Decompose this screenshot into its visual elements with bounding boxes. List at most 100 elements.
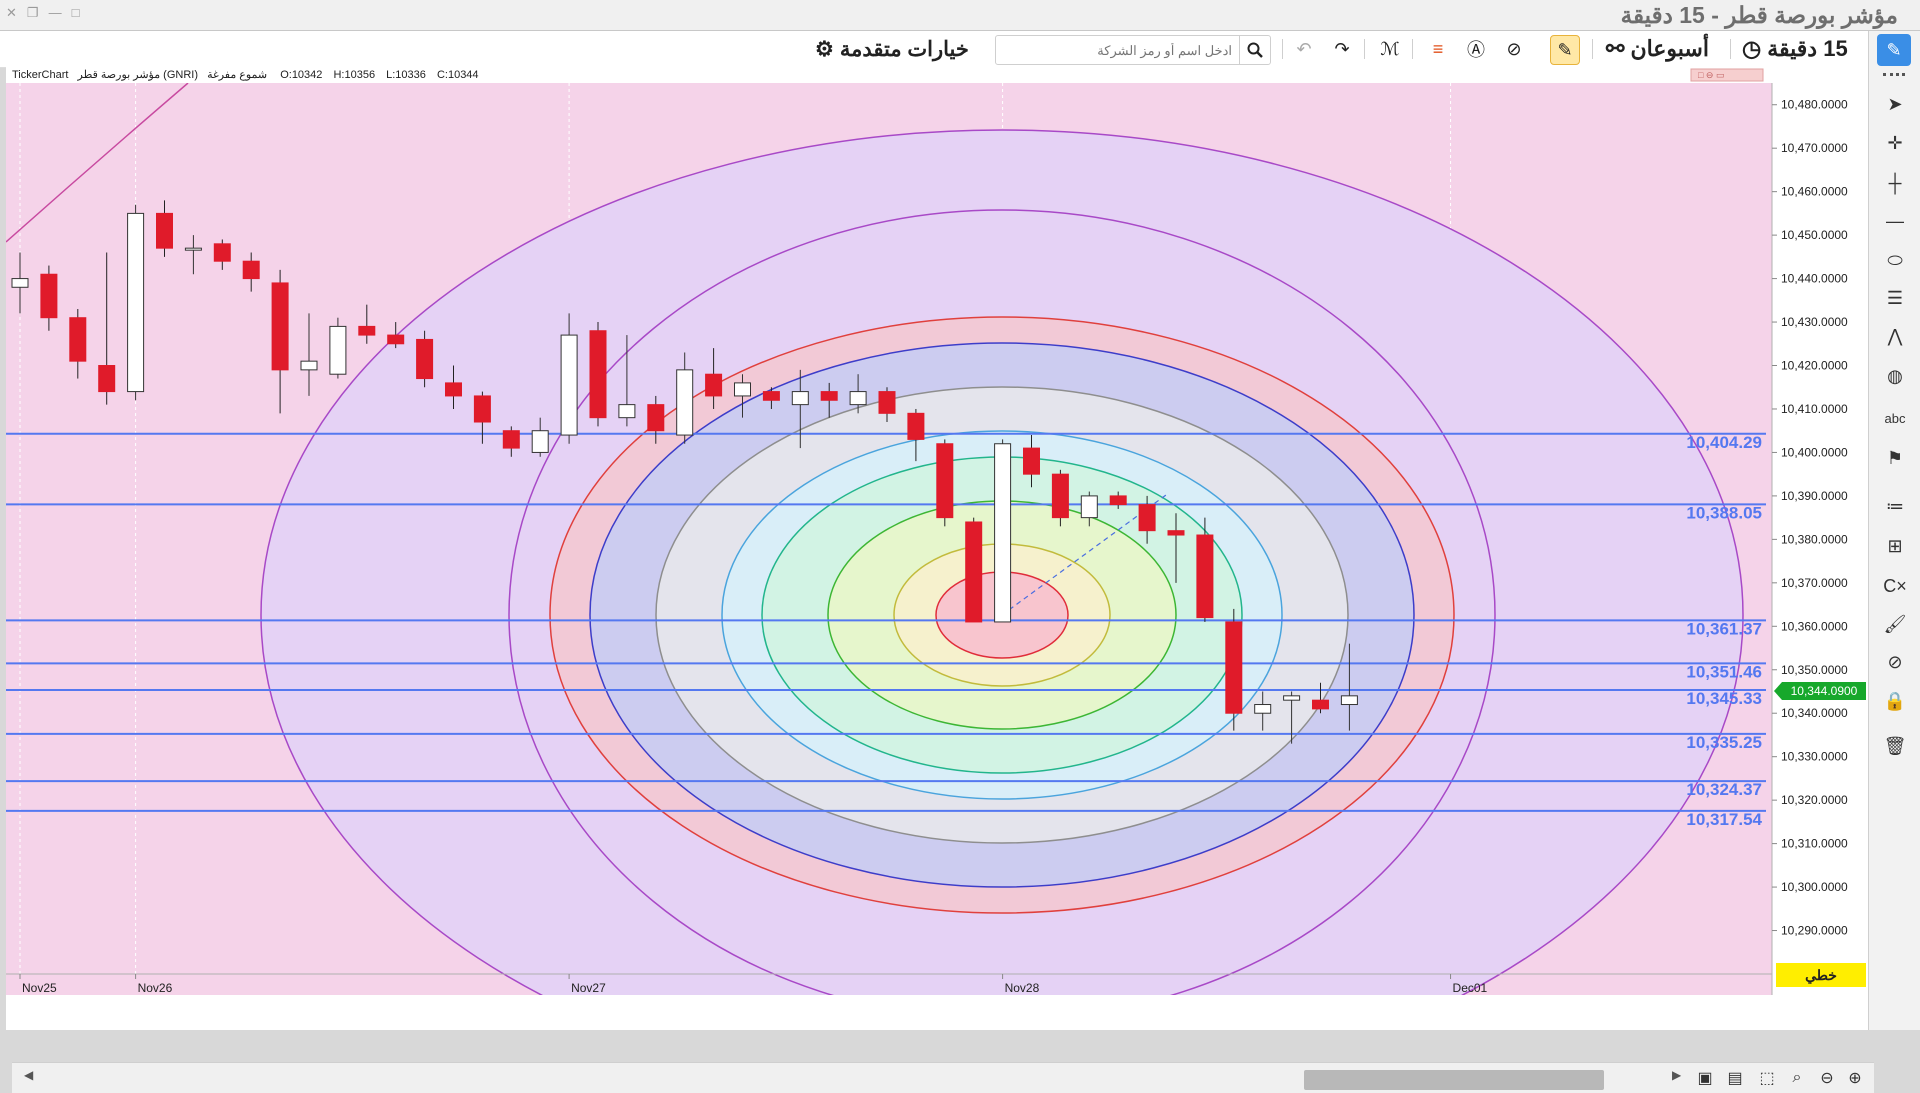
- scroll-right-icon[interactable]: ▶: [1672, 1068, 1681, 1082]
- pattern-icon[interactable]: ⋀: [1869, 321, 1920, 351]
- candle: [965, 517, 983, 623]
- candle-body: [531, 430, 549, 453]
- trash-icon[interactable]: 🗑: [1869, 731, 1920, 761]
- candle-body: [1080, 495, 1098, 519]
- fib-level-label: 10,335.25: [1686, 733, 1762, 752]
- hide-drawings-icon[interactable]: ⊘: [1869, 647, 1920, 677]
- text-icon[interactable]: abc: [1869, 403, 1920, 433]
- cursor-arrow-icon[interactable]: ➤: [1869, 89, 1920, 119]
- y-tick-label: 10,450.0000: [1781, 228, 1848, 242]
- candle-body: [589, 330, 607, 419]
- y-tick-label: 10,420.0000: [1781, 359, 1848, 373]
- interval-label: 15 دقيقة: [1767, 36, 1848, 61]
- price-chart[interactable]: 10,404.29 10,388.05 10,361.37 10,351.46 10,3…: [6, 67, 1868, 995]
- candle-body: [1051, 473, 1069, 519]
- window-title-bar: ✕ ❐ — □ مؤشر بورصة قطر - 15 دقيقة: [0, 0, 1920, 31]
- zoom-area-icon[interactable]: ⬚: [1754, 1065, 1780, 1091]
- maximize-icon[interactable]: □: [72, 5, 80, 21]
- candle-body: [1167, 530, 1185, 536]
- period-range-selector[interactable]: أسبوعان ⚯: [1606, 35, 1709, 63]
- candle-body: [1254, 704, 1272, 714]
- zoom-out-icon[interactable]: ⊖: [1814, 1065, 1840, 1091]
- candle-body: [907, 412, 925, 440]
- more-dots-icon[interactable]: [1883, 73, 1905, 80]
- x-tick-label: Nov25: [22, 981, 57, 995]
- candle-body: [820, 391, 838, 401]
- chart-controls-icons[interactable]: □ ⊖ ▭: [1698, 70, 1724, 80]
- search-icon[interactable]: [1239, 36, 1270, 64]
- candle-body: [1340, 695, 1358, 706]
- y-tick-label: 10,380.0000: [1781, 532, 1848, 546]
- y-tick-label: 10,430.0000: [1781, 315, 1848, 329]
- interval-selector[interactable]: 15 دقيقة ◷: [1742, 35, 1848, 63]
- candle-body: [271, 282, 289, 371]
- clear-drawings-icon[interactable]: C×: [1869, 571, 1920, 601]
- window-controls: ✕ ❐ — □: [6, 5, 79, 21]
- redo-icon[interactable]: ↷: [1328, 35, 1356, 63]
- minimize-icon[interactable]: —: [49, 5, 62, 21]
- close-icon[interactable]: ✕: [6, 5, 17, 21]
- candle-body: [878, 391, 896, 414]
- vertical-line-icon[interactable]: ┼: [1869, 168, 1920, 198]
- search-input[interactable]: [1000, 38, 1234, 62]
- brush-icon[interactable]: 🖌: [1869, 609, 1920, 639]
- x-tick-label: Nov27: [571, 981, 606, 995]
- svg-text:TickerChart مؤشر بورصة: TickerChart مؤشر بورصة قطر (GNRI) شموع م…: [12, 69, 479, 81]
- candle-body: [1196, 534, 1214, 619]
- fibonacci-icon[interactable]: ◍: [1869, 361, 1920, 391]
- candle-body: [647, 404, 665, 432]
- drawing-tools-sidebar: ✎ ➤ ✛ ┼ — ⬭ ☰ ⋀ ◍ abc ⚑ ≔ ⊞ C× 🖌 ⊘ 🔒 🗑: [1868, 31, 1920, 1030]
- candle-body: [705, 373, 723, 397]
- candle-body: [791, 391, 809, 406]
- chart-window-buttons[interactable]: □ ⊖ ▭: [1690, 68, 1764, 82]
- reset-view-icon[interactable]: ▤: [1722, 1065, 1748, 1091]
- undo-icon[interactable]: ↶: [1290, 35, 1318, 63]
- candle-body: [502, 430, 520, 449]
- horizontal-scrollbar[interactable]: ◀ ▶: [22, 1067, 1682, 1090]
- scroll-left-icon[interactable]: ◀: [24, 1068, 33, 1082]
- measure-icon[interactable]: ⊞: [1869, 531, 1920, 561]
- fib-level-label: 10,388.05: [1686, 503, 1762, 522]
- alerts-icon[interactable]: Ⓐ: [1462, 35, 1490, 63]
- candle-body: [242, 260, 260, 280]
- mode-label[interactable]: خطي: [1776, 963, 1866, 987]
- candle-body: [156, 212, 173, 249]
- y-tick-label: 10,370.0000: [1781, 576, 1848, 590]
- candle-body: [1109, 495, 1127, 506]
- chart-area[interactable]: 10,404.29 10,388.05 10,361.37 10,351.46 10,3…: [6, 67, 1874, 1093]
- ellipse-icon[interactable]: ⬭: [1869, 245, 1920, 275]
- y-tick-label: 10,310.0000: [1781, 837, 1848, 851]
- channel-icon[interactable]: ☰: [1869, 283, 1920, 313]
- candle-body: [994, 443, 1012, 623]
- drawing-mode-icon[interactable]: ✎: [1550, 35, 1580, 65]
- price-tag-text: 10,344.0900: [1791, 684, 1858, 698]
- timer-icon[interactable]: ⊘: [1500, 35, 1528, 63]
- y-tick-label: 10,440.0000: [1781, 272, 1848, 286]
- scroll-thumb[interactable]: [1304, 1070, 1604, 1090]
- period-range-label: أسبوعان: [1630, 36, 1709, 61]
- lock-icon[interactable]: 🔒: [1869, 686, 1920, 716]
- fib-level-label: 10,345.33: [1686, 689, 1762, 708]
- crosshair-icon[interactable]: ✛: [1869, 128, 1920, 158]
- chart-toolbar: خيارات متقدمة ⚙ ↶ ↷ ℳ ≡ Ⓐ ⊘ ✎ أسبوعان ⚯ …: [0, 31, 1870, 68]
- pen-icon[interactable]: ✎: [1877, 34, 1911, 66]
- y-tick-label: 10,330.0000: [1781, 750, 1848, 764]
- candle-body: [936, 443, 954, 519]
- fit-view-icon[interactable]: ▣: [1692, 1065, 1718, 1091]
- compare-icon[interactable]: ℳ: [1376, 35, 1404, 63]
- zoom-reset-icon[interactable]: ⌕: [1784, 1065, 1810, 1091]
- indicators-icon[interactable]: ≡: [1424, 35, 1452, 63]
- y-tick-label: 10,290.0000: [1781, 924, 1848, 938]
- flag-icon[interactable]: ⚑: [1869, 443, 1920, 473]
- candle: [416, 330, 434, 388]
- candle: [936, 439, 954, 527]
- fib-level-label: 10,351.46: [1686, 662, 1762, 681]
- levels-icon[interactable]: ≔: [1869, 491, 1920, 521]
- zoom-in-icon[interactable]: ⊕: [1842, 1065, 1868, 1091]
- advanced-options-button[interactable]: خيارات متقدمة ⚙: [815, 35, 969, 63]
- restore-icon[interactable]: ❐: [27, 5, 39, 21]
- horizontal-line-icon[interactable]: —: [1869, 206, 1920, 236]
- candle-body: [445, 382, 462, 397]
- toolbar-separator: [1364, 39, 1365, 59]
- x-tick-label: Nov28: [1005, 981, 1040, 995]
